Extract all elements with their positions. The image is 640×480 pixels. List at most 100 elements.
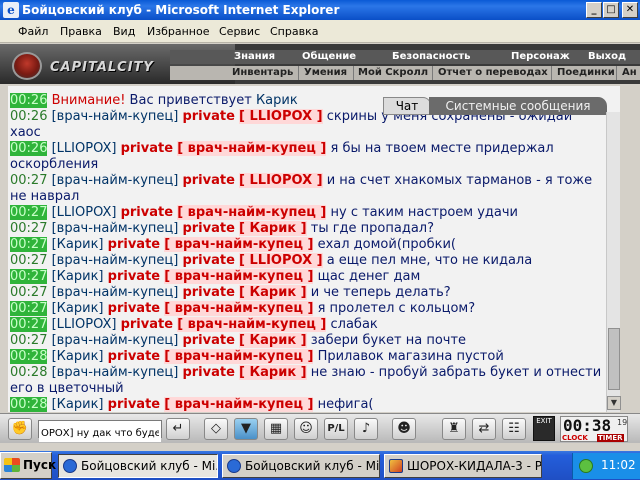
start-label: Пуск — [23, 458, 57, 472]
fist-icon[interactable]: ✊ — [8, 418, 32, 440]
sender-nick[interactable]: [Карик] — [52, 237, 104, 252]
private-target[interactable]: [ врач-найм-купец ] — [164, 349, 314, 364]
sender-nick[interactable]: [Карик] — [52, 301, 104, 316]
sender-nick[interactable]: [врач-найм-купец] — [52, 333, 179, 348]
menu-edit[interactable]: Правка — [60, 25, 102, 38]
sender-nick[interactable]: Карик — [256, 93, 298, 108]
private-target[interactable]: [ врач-найм-купец ] — [177, 205, 327, 220]
nav-knowledge[interactable]: Знания — [234, 50, 275, 64]
taskbar-item-fight-club-2[interactable]: Бойцовский клуб - Micr... — [222, 454, 380, 478]
private-target[interactable]: [ врач-найм-купец ] — [177, 141, 327, 156]
message-text: забери букет на почте — [306, 333, 467, 348]
sender-nick[interactable]: [врач-найм-купец] — [52, 109, 179, 124]
emblem-icon — [12, 52, 42, 80]
chat-line: 00:27 [LLIOPOX] private [ врач-найм-купе… — [10, 205, 605, 221]
message-text: Вас приветствует — [125, 93, 256, 108]
private-target[interactable]: [ Карик ] — [239, 365, 307, 380]
nav-character[interactable]: Персонаж — [511, 50, 570, 64]
clock-time: 00:38 — [563, 416, 612, 435]
clock-label: CLOCK — [562, 434, 588, 442]
chat-line: 00:27 [врач-найм-купец] private [ Карик … — [10, 221, 605, 237]
pl-icon[interactable]: P/L — [324, 418, 348, 440]
person-icon[interactable]: ☺ — [294, 418, 318, 440]
tab-system-messages[interactable]: Системные сообщения — [429, 97, 607, 115]
maximize-button[interactable]: □ — [603, 2, 619, 18]
taskbar-item-paint[interactable]: ШОРОХ-КИДАЛА-3 - Paint — [384, 454, 542, 478]
private-target[interactable]: [ врач-найм-купец ] — [164, 237, 314, 252]
message-timestamp: 00:27 — [10, 317, 48, 332]
menu-help[interactable]: Справка — [270, 25, 318, 38]
private-target[interactable]: [ Карик ] — [239, 333, 307, 348]
private-tag: private — [107, 349, 161, 364]
group-icon[interactable]: ☷ — [502, 418, 526, 440]
exit-button[interactable]: EXIT — [533, 416, 555, 441]
sender-nick[interactable]: [врач-найм-купец] — [52, 253, 179, 268]
sender-nick[interactable]: [Карик] — [52, 349, 104, 364]
menu-file[interactable]: Файл — [18, 25, 48, 38]
message-text: а еще пел мне, что не кидала — [322, 253, 533, 268]
nav-more[interactable]: Ан — [622, 66, 637, 80]
message-text: нефига( — [313, 397, 374, 412]
private-target[interactable]: [ LLIOPOX ] — [239, 253, 323, 268]
nav-transfer-report[interactable]: Отчет о переводах — [438, 66, 548, 80]
sender-nick[interactable]: [врач-найм-купец] — [52, 285, 179, 300]
sender-nick[interactable]: [врач-найм-купец] — [52, 173, 179, 188]
menu-tools[interactable]: Сервис — [219, 25, 260, 38]
save-icon[interactable]: ▦ — [264, 418, 288, 440]
title-bar[interactable]: e Бойцовский клуб - Microsoft Internet E… — [0, 0, 640, 20]
nav-duels[interactable]: Поединки — [557, 66, 615, 80]
sound-icon[interactable]: ♪ — [354, 418, 378, 440]
bottle-icon[interactable]: ♜ — [442, 418, 466, 440]
chat-input[interactable] — [39, 425, 161, 442]
network-icon[interactable] — [579, 459, 593, 473]
tab-chat[interactable]: Чат — [383, 97, 431, 115]
message-text: и че теперь делать? — [306, 285, 451, 300]
private-target[interactable]: [ Карик ] — [239, 221, 307, 236]
private-target[interactable]: [ Карик ] — [239, 285, 307, 300]
private-target[interactable]: [ врач-найм-купец ] — [164, 397, 314, 412]
windows-logo-icon — [4, 458, 20, 472]
sender-nick[interactable]: [LLIOPOX] — [52, 317, 117, 332]
message-text: ехал домой(пробки( — [313, 237, 456, 252]
close-button[interactable]: ✕ — [622, 2, 638, 18]
tray-clock: 11:02 — [601, 458, 636, 472]
message-timestamp: 00:26 — [10, 93, 48, 108]
timer-label: TIMER — [597, 434, 624, 442]
nav-exit[interactable]: Выход — [588, 50, 626, 64]
eraser-icon[interactable]: ◇ — [204, 418, 228, 440]
sender-nick[interactable]: [LLIOPOX] — [52, 141, 117, 156]
chat-line: 00:27 [врач-найм-купец] private [ Карик … — [10, 333, 605, 349]
sender-nick[interactable]: [LLIOPOX] — [52, 205, 117, 220]
private-target[interactable]: [ LLIOPOX ] — [239, 109, 323, 124]
chat-line: 00:28 [врач-найм-купец] private [ Карик … — [10, 365, 605, 397]
sender-nick[interactable]: [Карик] — [52, 397, 104, 412]
smiley-icon[interactable]: ☻ — [392, 418, 416, 440]
sender-nick[interactable]: [врач-найм-купец] — [52, 221, 179, 236]
nav-security[interactable]: Безопасность — [392, 50, 471, 64]
scroll-thumb[interactable] — [608, 328, 620, 390]
start-button[interactable]: Пуск — [0, 452, 56, 479]
message-text: ну с таким настроем удачи — [326, 205, 519, 220]
nav-communication[interactable]: Общение — [302, 50, 356, 64]
minimize-button[interactable]: _ — [586, 2, 602, 18]
filter-icon[interactable]: ▼ — [234, 418, 258, 440]
message-timestamp: 00:26 — [10, 141, 48, 156]
sender-nick[interactable]: [Карик] — [52, 269, 104, 284]
chat-scrollbar[interactable]: ▼ — [606, 112, 621, 412]
nav-my-scroll[interactable]: Мой Скролл — [358, 66, 428, 80]
nav-inventory[interactable]: Инвентарь — [232, 66, 293, 80]
chat-line: 00:26 [LLIOPOX] private [ врач-найм-купе… — [10, 141, 605, 173]
scroll-down-arrow-icon[interactable]: ▼ — [607, 396, 621, 410]
private-target[interactable]: [ врач-найм-купец ] — [164, 269, 314, 284]
menu-favorites[interactable]: Избранное — [147, 25, 209, 38]
exchange-icon[interactable]: ⇄ — [472, 418, 496, 440]
private-target[interactable]: [ LLIOPOX ] — [239, 173, 323, 188]
menu-view[interactable]: Вид — [113, 25, 135, 38]
nav-skills[interactable]: Умения — [304, 66, 347, 80]
taskbar-item-fight-club-1[interactable]: Бойцовский клуб - Mi... — [58, 454, 218, 478]
sender-nick[interactable]: [врач-найм-купец] — [52, 365, 179, 380]
enter-icon[interactable]: ↵ — [166, 418, 190, 440]
chat-line: 00:27 [врач-найм-купец] private [ LLIOPO… — [10, 253, 605, 269]
private-target[interactable]: [ врач-найм-купец ] — [164, 301, 314, 316]
private-target[interactable]: [ врач-найм-купец ] — [177, 317, 327, 332]
